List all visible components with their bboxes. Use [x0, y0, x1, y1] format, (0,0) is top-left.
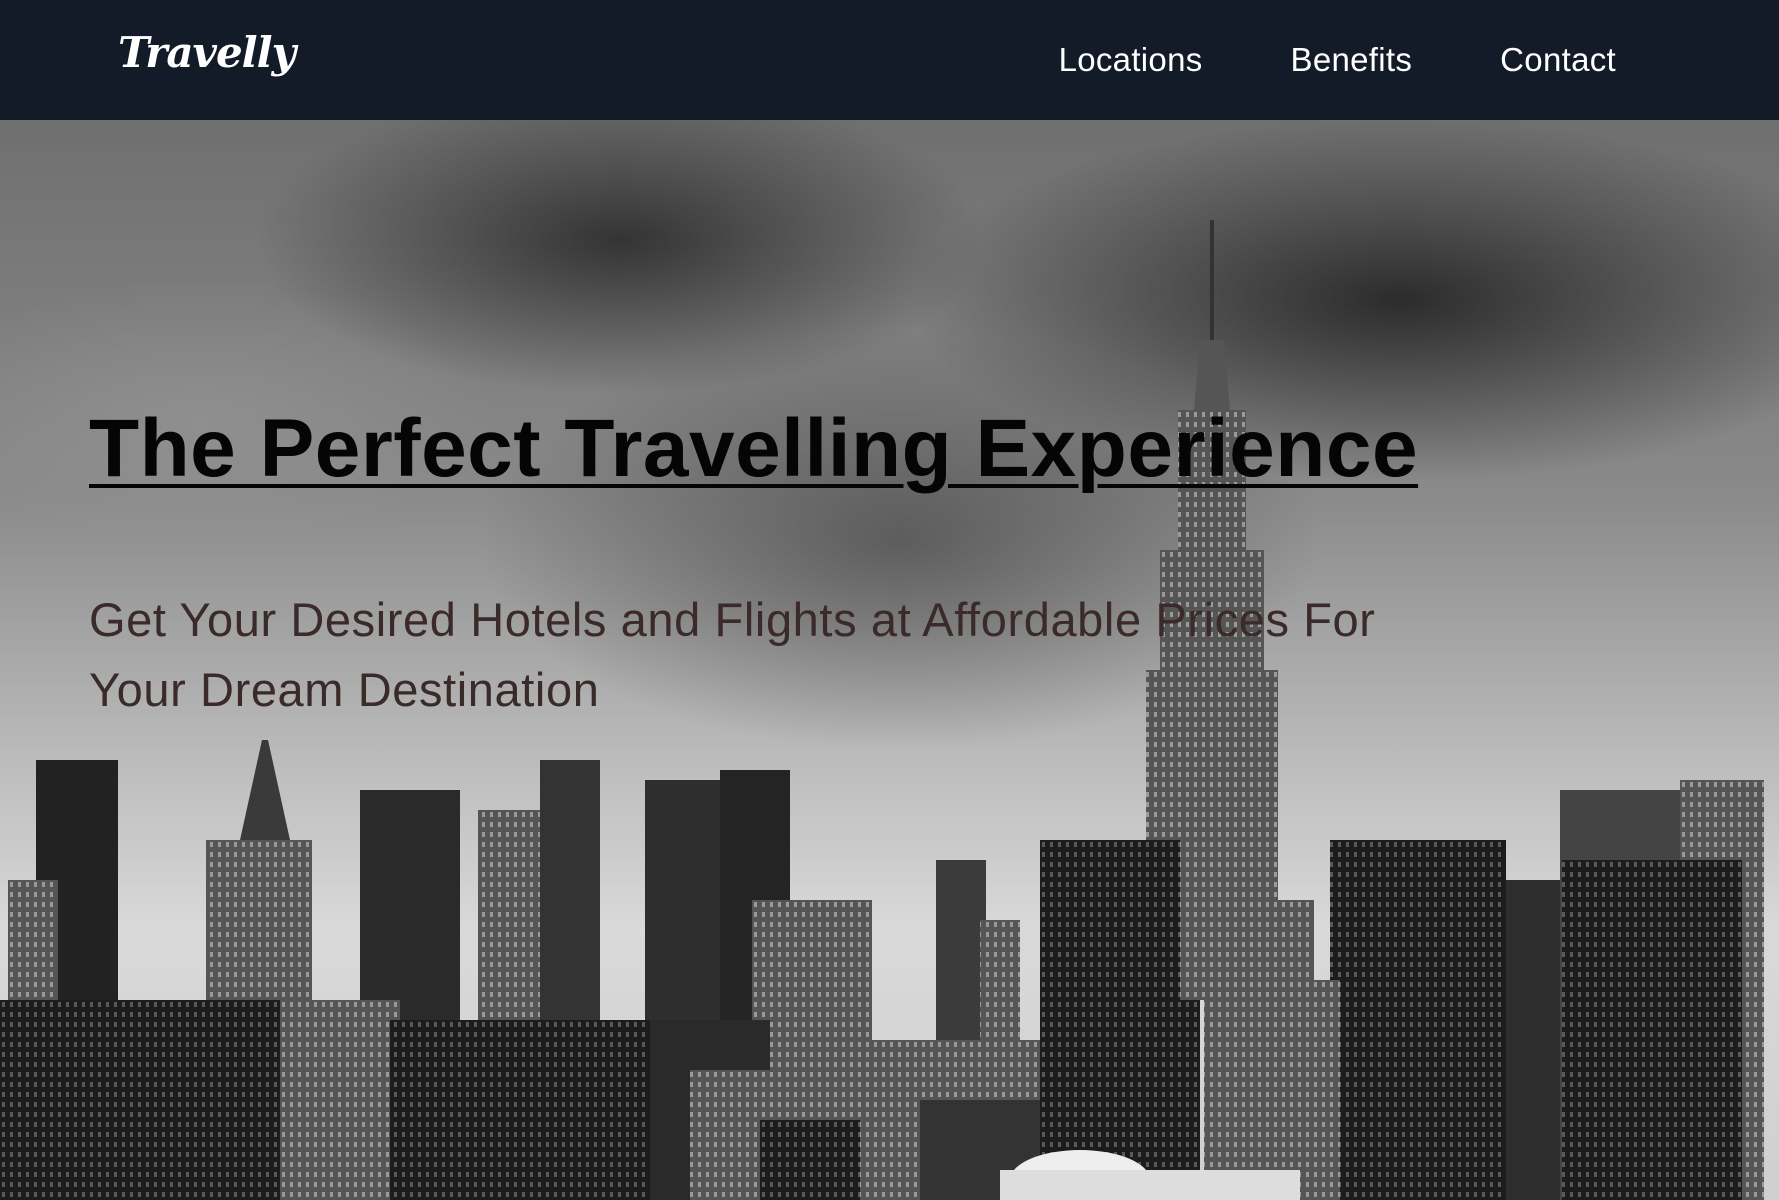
- hero-section: The Perfect Travelling Experience Get Yo…: [0, 120, 1779, 1200]
- navbar: Travelly Locations Benefits Contact: [0, 0, 1779, 120]
- nav-links: Locations Benefits Contact: [1059, 0, 1616, 120]
- nav-link-locations[interactable]: Locations: [1059, 41, 1203, 79]
- hero-title: The Perfect Travelling Experience: [89, 403, 1419, 494]
- logo[interactable]: Travelly: [118, 28, 296, 77]
- nav-link-contact[interactable]: Contact: [1500, 41, 1616, 79]
- hero-subtitle: Get Your Desired Hotels and Flights at A…: [89, 593, 1376, 716]
- nav-link-benefits[interactable]: Benefits: [1291, 41, 1413, 79]
